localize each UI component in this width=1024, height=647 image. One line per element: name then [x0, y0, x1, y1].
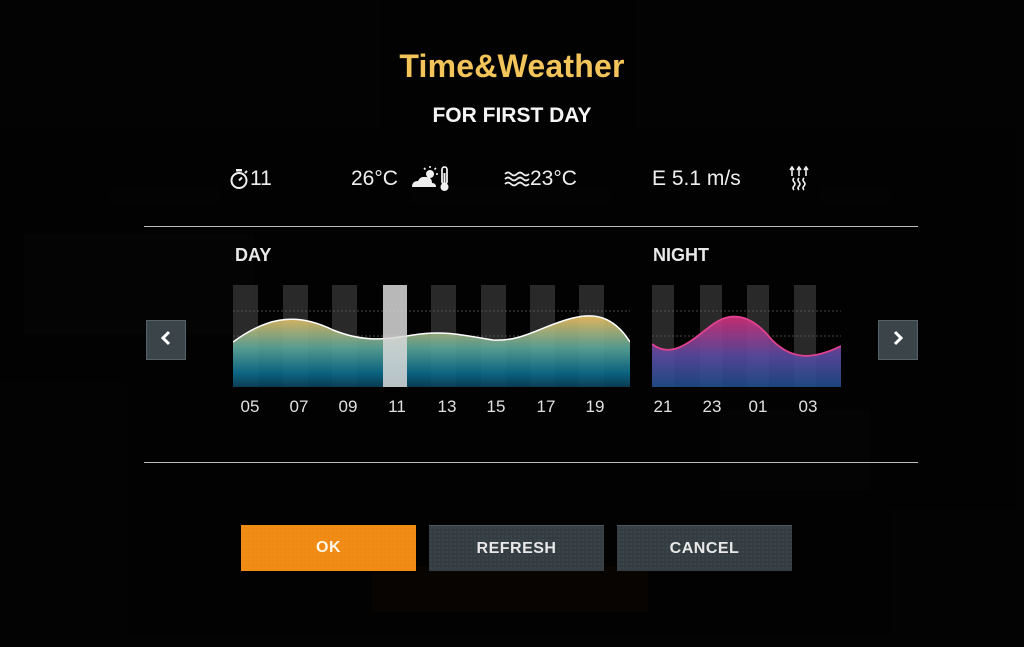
- time-weather-dialog: Time&Weather FOR FIRST DAY 11 26°C 23°C …: [0, 0, 1024, 647]
- wind-value: E 5.1 m/s: [652, 167, 741, 190]
- selected-hour-marker: [383, 285, 407, 387]
- time-value: 11: [250, 167, 272, 190]
- sun-cloud-thermometer-icon: [408, 165, 454, 193]
- night-timeline[interactable]: [652, 280, 841, 390]
- pressure-arrows-icon: [788, 166, 810, 192]
- chevron-right-icon: [891, 330, 905, 351]
- hour-label[interactable]: 11: [377, 397, 417, 417]
- next-time-button[interactable]: [878, 320, 918, 360]
- hour-label[interactable]: 19: [575, 397, 615, 417]
- dialog-subtitle: FOR FIRST DAY: [432, 104, 592, 127]
- cancel-button[interactable]: CANCEL: [617, 525, 792, 571]
- hour-label[interactable]: 13: [427, 397, 467, 417]
- stopwatch-icon: [228, 168, 250, 190]
- chevron-left-icon: [159, 330, 173, 351]
- hour-label[interactable]: 09: [328, 397, 368, 417]
- refresh-button[interactable]: REFRESH: [429, 525, 604, 571]
- day-label: DAY: [235, 245, 272, 265]
- ok-button[interactable]: OK: [241, 525, 416, 571]
- dialog-title: Time&Weather: [399, 48, 625, 84]
- air-temp-stat: 26°C: [351, 164, 454, 194]
- hour-label[interactable]: 05: [230, 397, 270, 417]
- divider-bottom: [144, 462, 918, 463]
- day-hour-labels: 05 07 09 11 13 15 17 19: [233, 397, 630, 419]
- water-waves-icon: [504, 169, 530, 189]
- pressure-stat: [788, 164, 810, 194]
- hour-label[interactable]: 15: [476, 397, 516, 417]
- prev-time-button[interactable]: [146, 320, 186, 360]
- day-timeline[interactable]: [233, 280, 630, 390]
- divider-top: [144, 226, 918, 227]
- water-temp-stat: 23°C: [504, 164, 577, 194]
- time-stat: 11: [228, 164, 272, 194]
- night-hour-labels: 21 23 01 03: [652, 397, 841, 419]
- hour-label[interactable]: 17: [526, 397, 566, 417]
- air-temperature: 26°C: [351, 167, 398, 190]
- weather-stats: 11 26°C 23°C E 5.1 m/s: [0, 164, 1024, 194]
- hour-label[interactable]: 23: [692, 397, 732, 417]
- hour-label[interactable]: 01: [738, 397, 778, 417]
- hour-label[interactable]: 03: [788, 397, 828, 417]
- water-temperature: 23°C: [530, 167, 577, 190]
- wind-stat: E 5.1 m/s: [652, 164, 741, 194]
- hour-label[interactable]: 07: [279, 397, 319, 417]
- night-label: NIGHT: [653, 245, 709, 265]
- hour-label[interactable]: 21: [643, 397, 683, 417]
